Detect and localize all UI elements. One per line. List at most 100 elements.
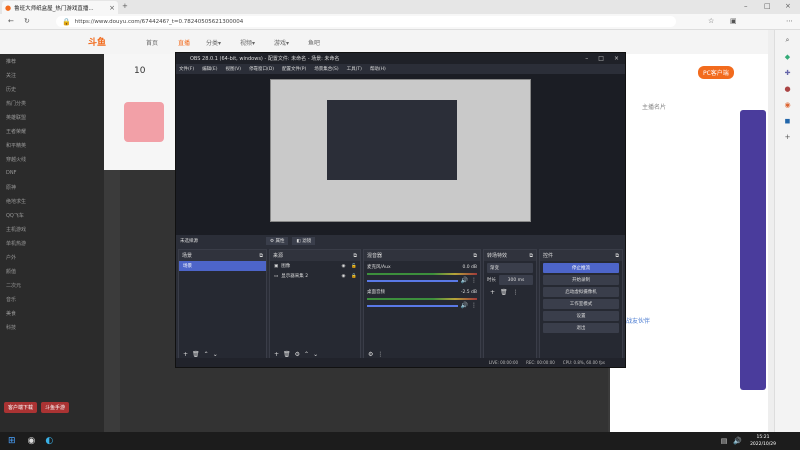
dock-undock-icon[interactable]: ⧉	[529, 253, 533, 259]
sidebar-item[interactable]: 穿越火线	[0, 152, 104, 166]
more-icon[interactable]: ⋮	[377, 351, 383, 358]
sidebar-item[interactable]: 关注	[0, 68, 104, 82]
obs-menu-item[interactable]: 配置文件(P)	[282, 66, 306, 72]
lock-icon[interactable]: 🔓	[351, 264, 357, 269]
studio-mode-button[interactable]: 工作室模式	[543, 299, 619, 309]
sidebar-item[interactable]: QQ飞车	[0, 208, 104, 222]
dock-undock-icon[interactable]: ⧉	[353, 253, 357, 259]
nav-live[interactable]: 直播	[178, 38, 190, 47]
pc-client-button[interactable]: PC客户端	[698, 66, 734, 79]
volume-slider[interactable]	[367, 279, 458, 282]
sidebar-item[interactable]: 热门分类	[0, 96, 104, 110]
sidebar-item[interactable]: 户外	[0, 250, 104, 264]
sidebar-item[interactable]: 单机热游	[0, 236, 104, 250]
obs-menu-item[interactable]: 工具(T)	[347, 66, 362, 72]
url-field[interactable]: 🔒 https://www.douyu.com/6744246?_t=0.782…	[56, 16, 676, 27]
add-icon[interactable]: +	[490, 289, 495, 296]
windows-start-icon[interactable]: ⊞	[8, 436, 16, 446]
games-icon[interactable]: ●	[784, 85, 790, 93]
more-icon[interactable]: ⋮	[513, 289, 519, 296]
dock-undock-icon[interactable]: ⧉	[259, 253, 263, 259]
obs-preview[interactable]	[176, 74, 625, 235]
gear-icon[interactable]: ⚙	[295, 351, 300, 358]
obs-close-icon[interactable]: ×	[614, 55, 619, 62]
outlook-icon[interactable]: ◼	[785, 117, 791, 125]
up-icon[interactable]: ⌃	[204, 351, 209, 358]
eye-icon[interactable]: ◉	[341, 264, 345, 269]
site-logo[interactable]: 斗鱼	[88, 35, 106, 48]
menu-icon[interactable]: ⋯	[786, 17, 793, 25]
tools-icon[interactable]: ✚	[785, 69, 791, 77]
nav-game[interactable]: 游戏▾	[274, 38, 289, 47]
maximize-window-icon[interactable]: □	[764, 2, 771, 10]
add-icon[interactable]: +	[785, 133, 791, 141]
lock-icon[interactable]: 🔒	[351, 274, 357, 279]
obs-menu-item[interactable]: 帮助(H)	[370, 66, 386, 72]
sidebar-item[interactable]: 主机游戏	[0, 222, 104, 236]
scene-item[interactable]: 场景	[179, 261, 266, 271]
network-icon[interactable]: ▤	[721, 437, 728, 445]
add-icon[interactable]: +	[183, 351, 188, 358]
settings-button[interactable]: 设置	[543, 311, 619, 321]
sidebar-item[interactable]: 绝地求生	[0, 194, 104, 208]
office-icon[interactable]: ◉	[784, 101, 790, 109]
collections-icon[interactable]: ▣	[730, 17, 737, 25]
speaker-icon[interactable]: 🔊	[461, 302, 468, 309]
sidebar-item[interactable]: 二次元	[0, 278, 104, 292]
nav-category[interactable]: 分类▾	[206, 38, 221, 47]
source-item[interactable]: ▣ 图像 ◉ 🔓	[270, 261, 360, 271]
sidebar-item[interactable]: 原神	[0, 180, 104, 194]
eye-icon[interactable]: ◉	[341, 274, 345, 279]
sidebar-item[interactable]: 美食	[0, 306, 104, 320]
mobile-game-button[interactable]: 斗鱼手游	[41, 402, 70, 413]
sidebar-item[interactable]: 科技	[0, 320, 104, 334]
sidebar-item[interactable]: 英雄联盟	[0, 110, 104, 124]
streamer-card-label[interactable]: 主播名片	[642, 102, 666, 111]
clock[interactable]: 15:21 2022/10/29	[750, 434, 776, 448]
gear-icon[interactable]: ⚙	[368, 351, 373, 358]
obs-menu-item[interactable]: 停靠窗口(D)	[249, 66, 274, 72]
sidebar-item[interactable]: 王者荣耀	[0, 124, 104, 138]
source-item[interactable]: ▭ 显示器采集 2 ◉ 🔒	[270, 271, 360, 281]
favorites-icon[interactable]: ☆	[708, 17, 714, 25]
new-tab-button[interactable]: +	[122, 2, 128, 10]
duration-input[interactable]: 300 ms	[499, 275, 533, 285]
sidebar-item[interactable]: DNF	[0, 166, 104, 180]
sidebar-item[interactable]: 颜值	[0, 264, 104, 278]
dock-undock-icon[interactable]: ⧉	[473, 253, 477, 259]
sidebar-item[interactable]: 音乐	[0, 292, 104, 306]
add-icon[interactable]: +	[274, 351, 279, 358]
trash-icon[interactable]: 🗑	[192, 351, 200, 358]
close-window-icon[interactable]: ×	[785, 2, 791, 10]
nav-video[interactable]: 视频▾	[240, 38, 255, 47]
stop-streaming-button[interactable]: 停止推流	[543, 263, 619, 273]
client-download-button[interactable]: 客户端下载	[4, 402, 38, 413]
transition-select[interactable]: 渐变	[487, 263, 533, 273]
exit-button[interactable]: 退出	[543, 323, 619, 333]
obs-maximize-icon[interactable]: □	[598, 55, 604, 62]
nav-fishbar[interactable]: 鱼吧	[308, 38, 320, 47]
obs-menu-item[interactable]: 文件(F)	[179, 66, 194, 72]
speaker-icon[interactable]: 🔊	[461, 277, 468, 284]
sidebar-item[interactable]: 推荐	[0, 54, 104, 68]
trash-icon[interactable]: 🗑	[500, 289, 508, 296]
obs-menu-item[interactable]: 场景集合(S)	[314, 66, 338, 72]
filters-button[interactable]: ◧ 滤镜	[292, 237, 316, 245]
properties-button[interactable]: ⚙ 属性	[266, 237, 289, 245]
close-tab-icon[interactable]: ×	[109, 4, 115, 12]
down-icon[interactable]: ⌄	[213, 351, 218, 358]
volume-slider[interactable]	[367, 304, 458, 307]
obs-menu-item[interactable]: 编辑(E)	[202, 66, 217, 72]
sidebar-item[interactable]: 历史	[0, 82, 104, 96]
virtual-camera-button[interactable]: 启动虚拟摄像机	[543, 287, 619, 297]
nav-home[interactable]: 首页	[146, 38, 158, 47]
refresh-icon[interactable]: ↻	[24, 17, 30, 25]
dock-undock-icon[interactable]: ⧉	[615, 253, 619, 259]
up-icon[interactable]: ⌃	[304, 351, 309, 358]
obs-menu-item[interactable]: 视图(V)	[225, 66, 241, 72]
browser-tab[interactable]: ● 鲁班大师纸盒屋_热门游戏直播... ×	[2, 1, 118, 14]
edge-taskbar-icon[interactable]: ◐	[45, 436, 53, 446]
sidebar-item[interactable]: 和平精英	[0, 138, 104, 152]
search-icon[interactable]: ⌕	[786, 36, 790, 45]
back-icon[interactable]: ←	[8, 17, 14, 25]
